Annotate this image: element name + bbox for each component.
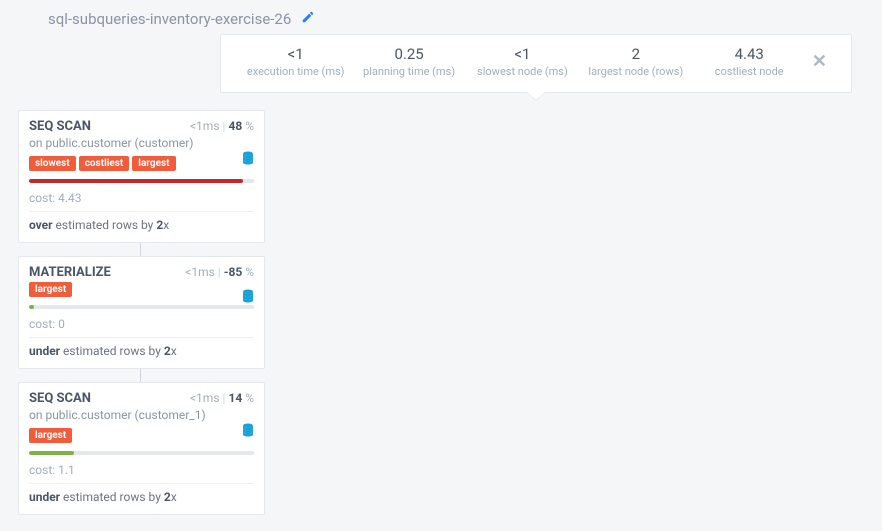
edit-icon[interactable] (301, 10, 315, 28)
node-badges: largest (29, 282, 254, 297)
node-type: SEQ SCAN (29, 119, 91, 134)
metric-costliest-node: 4.43 costliest node (693, 45, 806, 78)
badge: largest (132, 156, 175, 171)
metric-slowest-node: <1 slowest node (ms) (466, 45, 579, 78)
node-type: MATERIALIZE (29, 265, 111, 280)
badge: slowest (29, 156, 76, 171)
tree-connector (140, 369, 141, 382)
progress-bar (29, 305, 254, 309)
node-type: SEQ SCAN (29, 391, 91, 406)
plan-node[interactable]: SEQ SCAN <1ms|48 % on public.customer (c… (18, 110, 265, 243)
metric-planning-time: 0.25 planning time (ms) (352, 45, 465, 78)
node-cost: cost: 0 (29, 317, 254, 338)
progress-bar (29, 451, 254, 455)
page-title: sql-subqueries-inventory-exercise-26 (48, 10, 291, 28)
close-icon[interactable]: ✕ (806, 51, 833, 72)
plan-node[interactable]: MATERIALIZE <1ms|-85 % largest cost: 0 u… (18, 256, 265, 369)
plan-node[interactable]: SEQ SCAN <1ms|14 % on public.customer (c… (18, 382, 265, 515)
node-cost: cost: 4.43 (29, 191, 254, 212)
node-badges: largest (29, 428, 254, 443)
badge: largest (29, 428, 72, 443)
database-icon (242, 423, 254, 441)
node-estimate: under estimated rows by 2x (29, 490, 254, 504)
node-estimate: under estimated rows by 2x (29, 344, 254, 358)
arrow-down-icon (526, 92, 546, 101)
node-relation: on public.customer (customer) (29, 136, 254, 150)
tree-connector (140, 243, 141, 256)
node-timing: <1ms|-85 % (185, 265, 254, 279)
node-timing: <1ms|48 % (190, 119, 254, 133)
plan-tree: SEQ SCAN <1ms|48 % on public.customer (c… (18, 110, 265, 515)
stats-bar: <1 execution time (ms) 0.25 planning tim… (220, 34, 852, 93)
database-icon (242, 151, 254, 169)
node-relation: on public.customer (customer_1) (29, 408, 254, 422)
node-cost: cost: 1.1 (29, 463, 254, 484)
title-bar: sql-subqueries-inventory-exercise-26 (0, 0, 882, 34)
badge: largest (29, 282, 72, 297)
node-estimate: over estimated rows by 2x (29, 218, 254, 232)
progress-bar (29, 179, 254, 183)
metric-largest-node: 2 largest node (rows) (579, 45, 692, 78)
badge: costliest (79, 156, 130, 171)
metric-execution-time: <1 execution time (ms) (239, 45, 352, 78)
node-timing: <1ms|14 % (190, 391, 254, 405)
node-badges: slowest costliest largest (29, 156, 254, 171)
database-icon (242, 289, 254, 307)
